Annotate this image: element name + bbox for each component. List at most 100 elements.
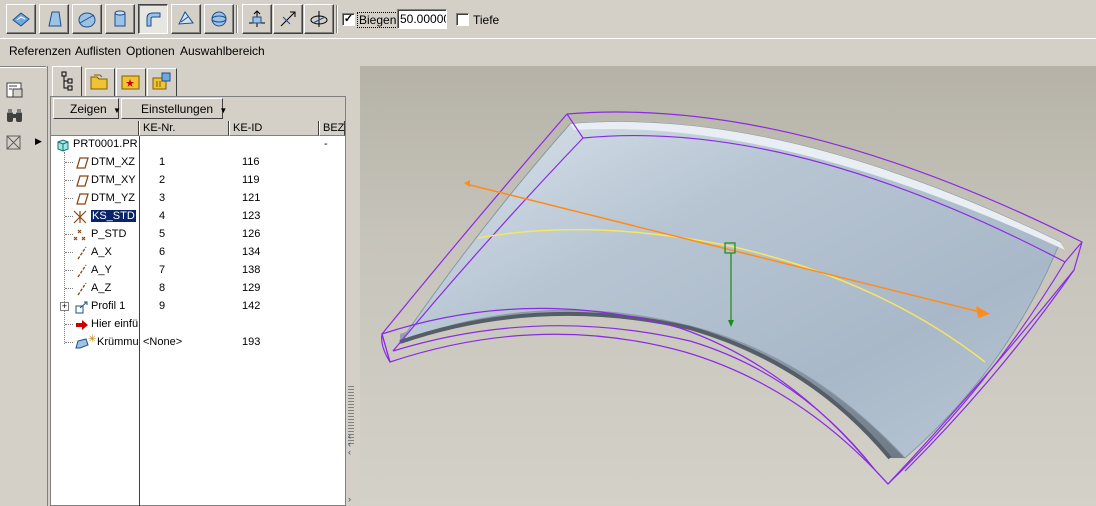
datum-plane-icon: [76, 157, 89, 169]
tab-model-tree[interactable]: [52, 66, 82, 97]
tree-branch: [65, 342, 73, 343]
tree-item-ke-id: 121: [242, 192, 261, 204]
tree-row[interactable]: P_STD 5 126: [51, 226, 345, 244]
column-header-ke-nr[interactable]: KE-Nr.: [139, 121, 229, 136]
move-axis-icon: [249, 10, 265, 27]
tree-row[interactable]: DTM_XZ 1 116: [51, 154, 345, 172]
selection-filter-button[interactable]: ▶: [4, 133, 46, 155]
flyout-arrow-icon: ▶: [35, 136, 42, 146]
tree-item-name: Hier einfü: [91, 318, 139, 330]
search-tool-button[interactable]: [4, 106, 32, 128]
sweep-button[interactable]: [138, 4, 168, 34]
tree-row[interactable]: ✳ Krümmu <None> 193: [51, 334, 345, 352]
tree-column-divider: [139, 136, 140, 506]
tree-item-ke-id: 116: [242, 156, 260, 168]
tree-root-name: PRT0001.PR: [73, 138, 138, 150]
solid-button[interactable]: [39, 4, 69, 34]
expand-right-icon[interactable]: ›: [348, 494, 351, 504]
binoculars-icon: [7, 109, 22, 122]
selection-filter-icon: [6, 135, 21, 150]
tree-item-ke-nr: 8: [159, 282, 166, 294]
layers-window-icon: [6, 82, 23, 98]
tree-item-name: DTM_YZ: [91, 192, 135, 204]
column-header-bez[interactable]: BEZ: [319, 121, 345, 136]
tiefe-checkbox[interactable]: [456, 13, 469, 26]
bend-feature-icon: [75, 338, 89, 349]
tree-item-ke-id: 123: [242, 210, 261, 222]
tab-connections[interactable]: [147, 68, 177, 96]
datum-axis-icon: [77, 282, 87, 296]
tree-item-ke-nr: 5: [159, 228, 166, 240]
tree-branch: [65, 270, 73, 271]
datum-axis-icon: [77, 264, 87, 278]
menu-referenzen[interactable]: Referenzen: [9, 44, 71, 58]
tree-branch: [65, 162, 73, 163]
tab-folder-browser[interactable]: [85, 68, 115, 96]
einstellungen-label: Einstellungen: [141, 102, 214, 116]
tree-row[interactable]: A_Y 7 138: [51, 262, 345, 280]
tree-item-ke-id: 129: [242, 282, 261, 294]
panel-splitter[interactable]: ‹ ‹ ‹ ›: [346, 66, 360, 506]
tree-item-ke-nr: 6: [159, 246, 166, 258]
chevron-down-icon: ▼: [219, 106, 228, 115]
toolbar-separator: [336, 5, 338, 33]
einstellungen-dropdown[interactable]: Einstellungen ▼: [121, 98, 227, 119]
column-header-ke-id[interactable]: KE-ID: [229, 121, 319, 136]
model-tree-toggle-button[interactable]: [4, 80, 32, 102]
sphere-icon: [211, 11, 227, 27]
tree-branch: [65, 216, 73, 217]
tree-row[interactable]: KS_STD 4 123: [51, 208, 345, 226]
sphere-button[interactable]: [204, 4, 234, 34]
tree-row[interactable]: + Profil 1 9 142: [51, 298, 345, 316]
tree-item-name: Profil 1: [91, 300, 126, 312]
tree-root-row[interactable]: PRT0001.PR -: [51, 136, 345, 154]
tree-branch: [65, 180, 73, 181]
bent-surface[interactable]: [398, 121, 1061, 459]
tree-structure-icon: [61, 71, 73, 91]
rotate-axis-button[interactable]: [304, 4, 334, 34]
tab-favorites[interactable]: [116, 68, 146, 96]
tree-item-name: Krümmu: [97, 336, 139, 348]
diagonal-button[interactable]: [273, 4, 303, 34]
biegen-value-input[interactable]: 50.00000: [397, 9, 447, 29]
tree-row[interactable]: DTM_YZ 3 121: [51, 190, 345, 208]
menu-auswahlbereich[interactable]: Auswahlbereich: [180, 44, 265, 58]
modified-star-icon: ✳: [88, 334, 97, 345]
tree-item-ke-id: 142: [242, 300, 261, 312]
toolbar-separator: [236, 5, 238, 33]
collapse-left-icon[interactable]: ‹ ‹ ‹: [348, 432, 351, 457]
tree-item-ke-nr: 1: [159, 156, 166, 168]
expand-plus-icon[interactable]: +: [60, 302, 69, 311]
model-tree-toolbar: Zeigen ▼ Einstellungen ▼: [51, 97, 345, 121]
biegen-checkbox[interactable]: ✓: [342, 13, 355, 26]
model-tree-panel: Zeigen ▼ Einstellungen ▼ KE-Nr. KE-ID BE…: [50, 96, 346, 506]
column-header-name[interactable]: [51, 121, 139, 136]
menu-auflisten[interactable]: Auflisten: [75, 44, 121, 58]
tree-branch: [65, 324, 73, 325]
cylinder-button[interactable]: [105, 4, 135, 34]
zeigen-dropdown[interactable]: Zeigen ▼: [53, 98, 121, 119]
tree-item-ke-nr: 9: [159, 300, 166, 312]
tree-row[interactable]: Hier einfü: [51, 316, 345, 334]
warp-button[interactable]: [171, 4, 201, 34]
graphics-window[interactable]: [360, 66, 1096, 506]
tree-item-ke-nr: 2: [159, 174, 166, 186]
datum-plane-icon: [76, 175, 89, 187]
menu-optionen[interactable]: Optionen: [126, 44, 175, 58]
tree-branch: [65, 198, 73, 199]
model-view: [381, 111, 1083, 485]
tree-item-ke-id: 193: [242, 336, 261, 348]
tree-row[interactable]: DTM_XY 2 119: [51, 172, 345, 190]
connections-icon: [152, 72, 171, 90]
biegen-label: Biegen: [357, 12, 399, 28]
tree-row[interactable]: A_X 6 134: [51, 244, 345, 262]
tree-row[interactable]: A_Z 8 129: [51, 280, 345, 298]
arrow-tail: [464, 180, 470, 187]
tiefe-label: Tiefe: [473, 13, 500, 27]
thicken-button[interactable]: [72, 4, 102, 34]
tree-item-name: P_STD: [91, 228, 127, 240]
tree-item-name: A_X: [91, 246, 112, 258]
move-axis-button[interactable]: [242, 4, 272, 34]
tree-item-name: A_Y: [91, 264, 112, 276]
surface-button[interactable]: [6, 4, 36, 34]
